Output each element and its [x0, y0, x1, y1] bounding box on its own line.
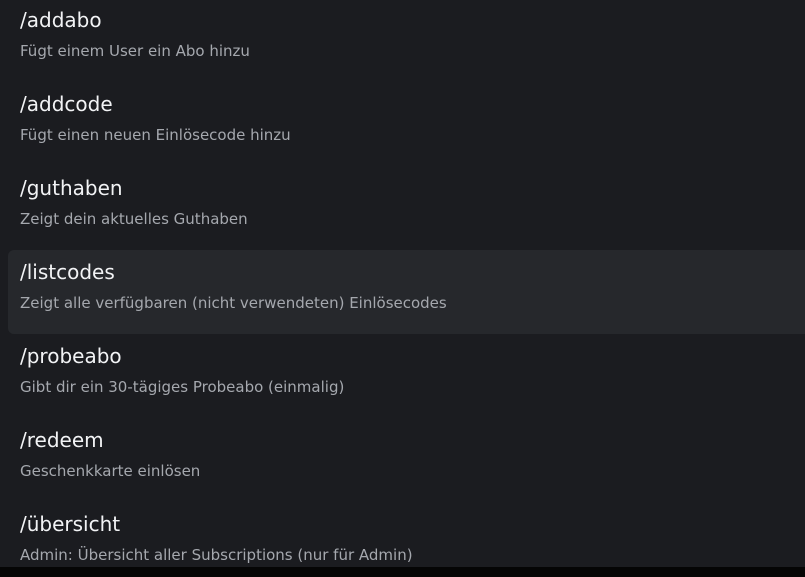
command-item-uebersicht[interactable]: /übersicht Admin: Übersicht aller Subscr… [8, 502, 805, 567]
command-description: Zeigt alle verfügbaren (nicht verwendete… [20, 294, 447, 312]
command-item-guthaben[interactable]: /guthaben Zeigt dein aktuelles Guthaben [8, 166, 805, 250]
command-name: /addcode [20, 92, 113, 116]
command-name: /guthaben [20, 176, 123, 200]
command-item-addabo[interactable]: /addabo Fügt einem User ein Abo hinzu [8, 0, 805, 82]
command-name: /redeem [20, 428, 104, 452]
command-item-listcodes[interactable]: /listcodes Zeigt alle verfügbaren (nicht… [8, 250, 805, 334]
command-item-redeem[interactable]: /redeem Geschenkkarte einlösen [8, 418, 805, 502]
command-item-probeabo[interactable]: /probeabo Gibt dir ein 30-tägiges Probea… [8, 334, 805, 418]
command-description: Gibt dir ein 30-tägiges Probeabo (einmal… [20, 378, 345, 396]
command-description: Zeigt dein aktuelles Guthaben [20, 210, 248, 228]
command-name: /addabo [20, 8, 102, 32]
command-description: Fügt einen neuen Einlösecode hinzu [20, 126, 291, 144]
command-name: /listcodes [20, 260, 115, 284]
command-name: /probeabo [20, 344, 122, 368]
command-name: /übersicht [20, 512, 121, 536]
command-item-addcode[interactable]: /addcode Fügt einen neuen Einlösecode hi… [8, 82, 805, 166]
bottom-edge [0, 567, 805, 577]
command-autocomplete-panel: /addabo Fügt einem User ein Abo hinzu /a… [0, 0, 805, 567]
command-description: Fügt einem User ein Abo hinzu [20, 42, 250, 60]
command-list: /addabo Fügt einem User ein Abo hinzu /a… [8, 0, 805, 567]
command-description: Admin: Übersicht aller Subscriptions (nu… [20, 546, 413, 564]
command-description: Geschenkkarte einlösen [20, 462, 201, 480]
